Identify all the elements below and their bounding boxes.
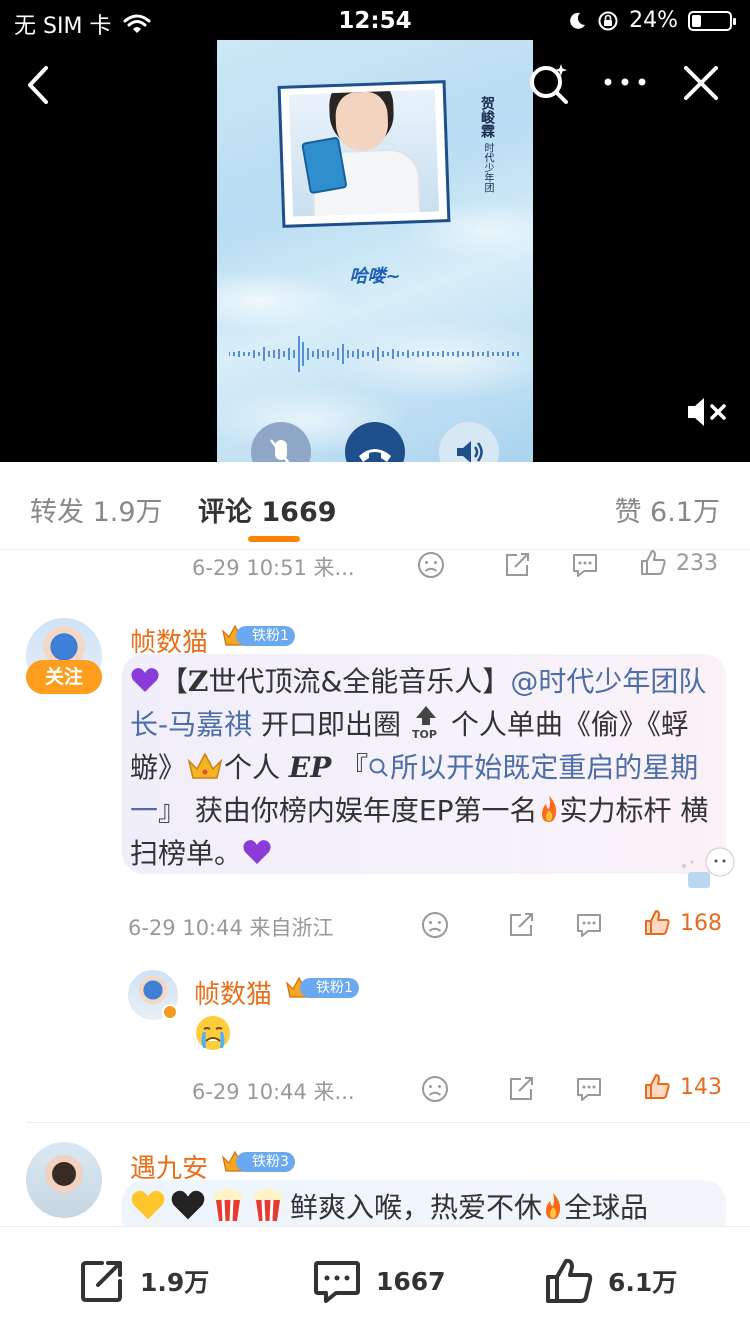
battery-icon: [688, 10, 736, 31]
fan-badge[interactable]: 铁粉3: [220, 1150, 295, 1174]
like-button[interactable]: 233: [638, 548, 718, 578]
fan-badge[interactable]: 铁粉1: [220, 624, 295, 648]
end-call-button[interactable]: [345, 422, 405, 462]
comment-meta-row: 6-29 10:51 来... 233: [192, 548, 732, 584]
comment-time: 6-29 10:44 来自浙江: [128, 916, 334, 940]
more-button[interactable]: [600, 62, 650, 102]
thumbs-up-icon: [641, 550, 666, 575]
bottom-action-bar: 1.9万 1667 6.1万: [0, 1226, 750, 1334]
post-tabs: 转发 1.9万 评论 1669 赞 6.1万: [0, 462, 750, 550]
fan-badge-label: 铁粉1: [236, 626, 295, 646]
thumbs-up-icon: [546, 1258, 593, 1303]
purple-heart-icon: [243, 840, 271, 864]
svg-text:TOP: TOP: [412, 728, 437, 740]
cat-sticker-icon: [682, 847, 735, 888]
dislike-face-icon[interactable]: [420, 910, 450, 940]
status-bar: 无 SIM 卡 12:54 24%: [0, 0, 750, 40]
fire-icon: [541, 796, 556, 822]
crown-emoji-icon: [187, 752, 223, 779]
reply-icon[interactable]: [574, 1074, 604, 1104]
share-icon[interactable]: [506, 1074, 536, 1104]
dislike-face-icon[interactable]: [420, 1074, 450, 1104]
weibo-post-page: 无 SIM 卡 12:54 24% 贺峻霖 时代少年团 哈喽~ 转发 1.9万 …: [0, 0, 750, 1334]
reply-meta-row: 6-29 10:44 来... 143: [192, 1072, 728, 1108]
share-icon: [81, 1261, 122, 1302]
phone-hangup-icon: [359, 449, 391, 462]
mute-video-button[interactable]: [684, 392, 730, 432]
person-head: [334, 91, 389, 151]
fan-badge-label: 铁粉1: [300, 978, 359, 998]
comment-text: 【Z世代顶流&全能音乐人】@时代少年团队长-马嘉祺 开口即出圈 TOP 个人单曲…: [130, 665, 709, 870]
verified-badge-icon: [162, 1004, 178, 1020]
video-frame[interactable]: 贺峻霖 时代少年团 哈喽~: [217, 40, 533, 462]
more-dots-icon: [604, 78, 646, 86]
tab-active-indicator: [248, 536, 300, 542]
purple-heart-icon: [131, 668, 159, 692]
video-caption: 贺峻霖 时代少年团: [455, 96, 495, 193]
fire-icon: [546, 1193, 561, 1219]
caption-group: 时代少年团: [482, 142, 493, 193]
rotation-lock-icon: [598, 11, 618, 30]
audio-waveform: [229, 336, 519, 372]
battery-percent: 24%: [629, 8, 678, 33]
search-icon: [530, 64, 568, 104]
comment-icon: [314, 1261, 360, 1303]
close-button[interactable]: [680, 62, 722, 104]
tab-likes[interactable]: 赞 6.1万: [614, 490, 720, 529]
image-search-button[interactable]: [526, 60, 572, 106]
thumbs-up-icon: [645, 910, 670, 935]
mic-off-icon: [270, 439, 290, 462]
search-icon: [369, 758, 388, 777]
share-icon[interactable]: [506, 910, 536, 940]
speaker-button[interactable]: [439, 422, 499, 462]
comment-divider: [26, 1122, 750, 1123]
repost-count: 1.9万: [140, 1268, 210, 1297]
like-count: 168: [680, 910, 722, 936]
top-arrow-icon: TOP: [412, 706, 437, 740]
speaker-icon: [457, 441, 483, 462]
comment-time: 6-29 10:51 来...: [192, 556, 355, 580]
comment-text: 鲜爽入喉，热爱不休 全球品: [130, 1186, 720, 1226]
like-count: 6.1万: [608, 1268, 678, 1297]
like-button[interactable]: 168: [642, 908, 722, 938]
mute-mic-button[interactable]: [251, 422, 311, 462]
yellow-heart-icon: [131, 1190, 165, 1220]
popcorn-icon: [254, 1188, 282, 1222]
tab-comments[interactable]: 评论 1669: [198, 490, 337, 529]
comment-count: 1667: [376, 1266, 446, 1296]
popcorn-icon: [214, 1188, 242, 1222]
greeting-text: 哈喽~: [349, 266, 401, 287]
thumbs-up-icon: [645, 1074, 670, 1099]
media-viewer: 无 SIM 卡 12:54 24% 贺峻霖 时代少年团 哈喽~: [0, 0, 750, 462]
tab-repost[interactable]: 转发 1.9万: [30, 490, 163, 529]
volume-mute-icon: [688, 398, 726, 426]
repost-button[interactable]: 1.9万: [78, 1257, 209, 1305]
share-icon[interactable]: [502, 550, 532, 580]
comment-button[interactable]: 1667: [312, 1257, 446, 1305]
reply-time: 6-29 10:44 来...: [192, 1080, 355, 1104]
caption-name: 贺峻霖: [479, 96, 495, 138]
like-button[interactable]: 143: [642, 1072, 722, 1102]
back-button[interactable]: [20, 60, 60, 110]
like-count: 233: [676, 550, 718, 576]
comment-meta-row: 6-29 10:44 来自浙江 168: [128, 908, 728, 944]
close-icon: [684, 66, 718, 100]
black-heart-icon: [171, 1190, 205, 1220]
follow-button[interactable]: 关注: [26, 660, 102, 694]
reply-icon[interactable]: [570, 550, 600, 580]
dislike-face-icon[interactable]: [416, 550, 446, 580]
reply-icon[interactable]: [574, 910, 604, 940]
product-pack: [301, 136, 348, 195]
fan-badge-label: 铁粉3: [236, 1152, 295, 1172]
fan-badge[interactable]: 铁粉1: [284, 976, 359, 1000]
chevron-left-icon: [28, 66, 48, 104]
crying-face-icon: [196, 1016, 230, 1050]
photo-card: [280, 83, 448, 225]
reply-username[interactable]: 帧数猫: [194, 974, 272, 1011]
moon-icon: [570, 12, 586, 29]
like-count: 143: [680, 1074, 722, 1100]
avatar[interactable]: [26, 1142, 102, 1218]
like-post-button[interactable]: 6.1万: [544, 1257, 677, 1305]
